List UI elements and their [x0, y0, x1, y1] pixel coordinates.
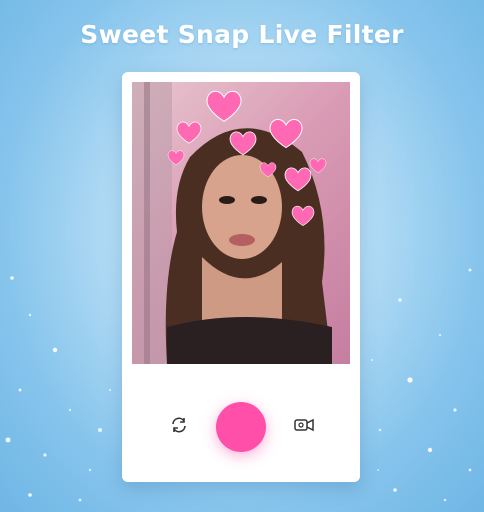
video-record-icon[interactable] [294, 418, 314, 432]
page-title: Sweet Snap Live Filter [80, 20, 404, 49]
shutter-button[interactable] [216, 402, 266, 452]
camera-switch-icon[interactable] [170, 416, 188, 434]
camera-card [122, 72, 360, 482]
heart-crown-filter [167, 90, 327, 227]
camera-preview [132, 82, 350, 364]
